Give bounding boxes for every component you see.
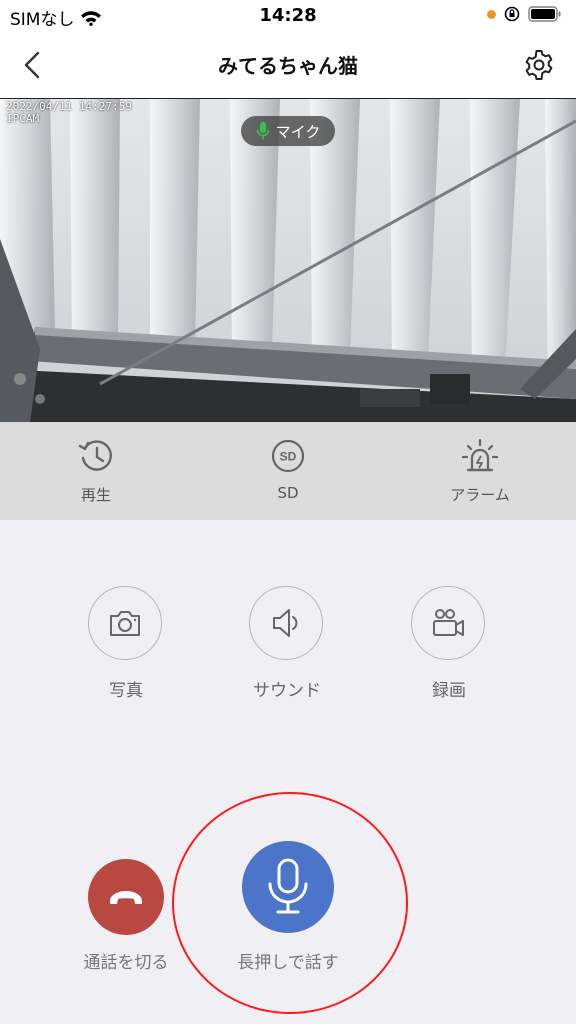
camera-osd: 2022/04/11 14:27:59 IPCAM xyxy=(6,101,132,125)
toolbar-label-playback: 再生 xyxy=(80,486,111,504)
camera-image xyxy=(0,99,576,423)
hangup-button[interactable] xyxy=(88,859,164,935)
toolbar-label-alarm: アラーム xyxy=(450,486,510,504)
camera-label: IPCAM xyxy=(6,112,40,125)
battery-icon xyxy=(528,6,561,22)
sound-label: サウンド xyxy=(253,681,321,701)
microphone-icon xyxy=(268,858,308,914)
record-label: 録画 xyxy=(432,681,466,701)
record-button[interactable] xyxy=(411,586,485,660)
mic-label: マイク xyxy=(275,122,321,141)
video-record-icon xyxy=(433,609,464,636)
mic-indicator: マイク xyxy=(241,116,335,146)
sound-action: サウンド xyxy=(227,586,347,706)
history-icon xyxy=(78,440,112,471)
record-action: 録画 xyxy=(389,586,509,706)
push-to-talk-button[interactable] xyxy=(242,841,334,933)
sound-button[interactable] xyxy=(249,586,323,660)
toolbar-item-alarm[interactable]: アラーム xyxy=(420,422,540,520)
phone-hangup-icon xyxy=(110,891,142,904)
camera-feed[interactable]: 2022/04/11 14:27:59 IPCAM xyxy=(0,98,576,424)
orientation-lock-icon xyxy=(504,6,520,22)
gear-icon[interactable] xyxy=(522,48,556,82)
status-right xyxy=(487,6,562,22)
toolbar-label-sd: SD xyxy=(277,484,299,502)
privacy-dot-icon xyxy=(487,9,496,19)
page-title: みてるちゃん猫 xyxy=(218,54,358,78)
microphone-icon xyxy=(256,122,269,140)
push-to-talk-label: 長押しで話す xyxy=(237,953,339,973)
photo-button[interactable] xyxy=(88,586,162,660)
camera-icon xyxy=(110,611,140,636)
svg-text:SD: SD xyxy=(280,450,297,464)
nav-bar: みてるちゃん猫 xyxy=(0,36,576,98)
function-toolbar: 再生 SD SD アラーム xyxy=(0,422,576,520)
toolbar-item-playback[interactable]: 再生 xyxy=(36,422,156,520)
alarm-siren-icon xyxy=(461,438,499,472)
toolbar-item-sd[interactable]: SD SD xyxy=(228,422,348,520)
speaker-icon xyxy=(273,609,298,637)
photo-action: 写真 xyxy=(66,586,186,706)
photo-label: 写真 xyxy=(109,681,143,701)
sd-card-icon: SD xyxy=(271,439,305,473)
status-bar: SIMなし 14:28 xyxy=(0,0,576,36)
hangup-label: 通話を切る xyxy=(83,953,169,973)
